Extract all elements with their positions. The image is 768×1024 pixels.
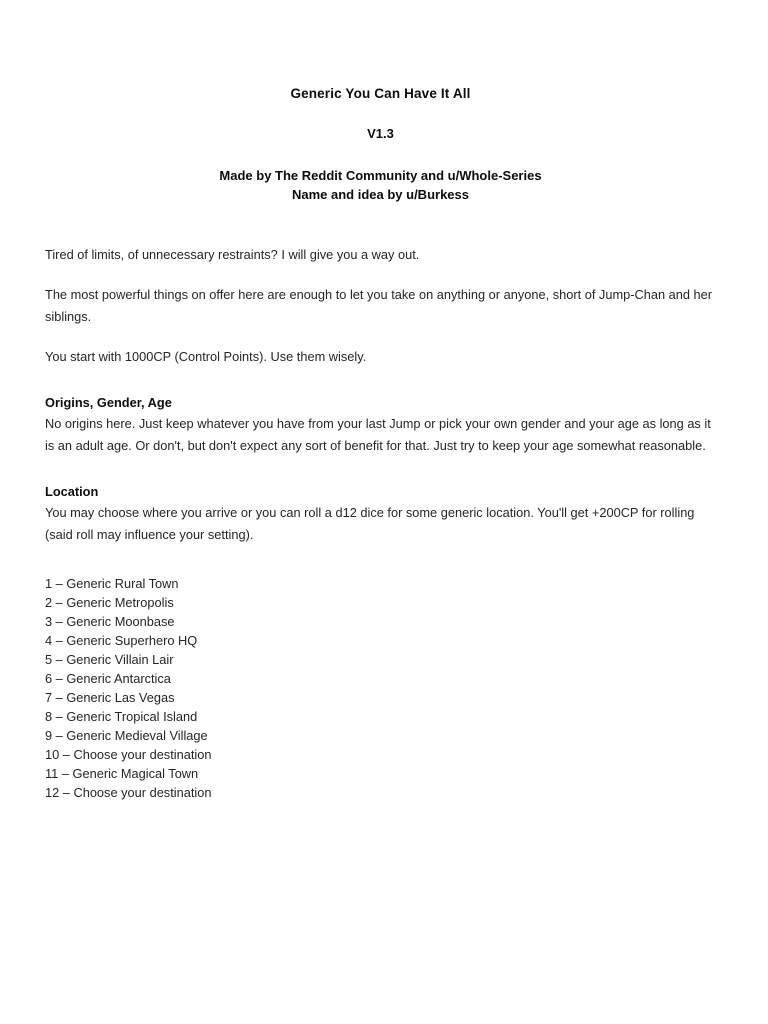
- section-heading-origins: Origins, Gender, Age: [45, 395, 172, 410]
- section-location: Location You may choose where you arrive…: [45, 483, 716, 546]
- list-item: 4 – Generic Superhero HQ: [45, 633, 198, 648]
- document-title: Generic You Can Have It All: [290, 86, 471, 101]
- list-item: 9 – Generic Medieval Village: [45, 728, 208, 743]
- document-credits: Made by The Reddit Community and u/Whole…: [45, 166, 716, 204]
- intro-paragraph-2: The most powerful things on offer here a…: [45, 287, 713, 324]
- document-page: Generic You Can Have It All V1.3 Made by…: [0, 0, 768, 1024]
- list-item: 3 – Generic Moonbase: [45, 614, 175, 629]
- list-item: 12 – Choose your destination: [45, 785, 212, 800]
- location-roll-table: 1 – Generic Rural Town 2 – Generic Metro…: [45, 574, 716, 802]
- section-body-location: You may choose where you arrive or you c…: [45, 505, 695, 542]
- list-item: 2 – Generic Metropolis: [45, 595, 174, 610]
- list-item: 5 – Generic Villain Lair: [45, 652, 174, 667]
- document-version: V1.3: [367, 126, 394, 141]
- section-heading-location: Location: [45, 484, 99, 499]
- list-item: 7 – Generic Las Vegas: [45, 690, 175, 705]
- list-item: 8 – Generic Tropical Island: [45, 709, 198, 724]
- document-body: Tired of limits, of unnecessary restrain…: [45, 244, 716, 802]
- document-header: Generic You Can Have It All V1.3 Made by…: [45, 0, 716, 204]
- section-origins-gender-age: Origins, Gender, Age No origins here. Ju…: [45, 394, 716, 457]
- section-body-origins: No origins here. Just keep whatever you …: [45, 416, 711, 453]
- intro-paragraph-3: You start with 1000CP (Control Points). …: [45, 349, 367, 364]
- intro-paragraph-1: Tired of limits, of unnecessary restrain…: [45, 247, 420, 262]
- credit-line-authors: Made by The Reddit Community and u/Whole…: [219, 168, 542, 183]
- list-item: 6 – Generic Antarctica: [45, 671, 171, 686]
- credit-line-name-idea: Name and idea by u/Burkess: [291, 187, 469, 202]
- list-item: 10 – Choose your destination: [45, 747, 212, 762]
- list-item: 11 – Generic Magical Town: [45, 766, 199, 781]
- list-item: 1 – Generic Rural Town: [45, 576, 179, 591]
